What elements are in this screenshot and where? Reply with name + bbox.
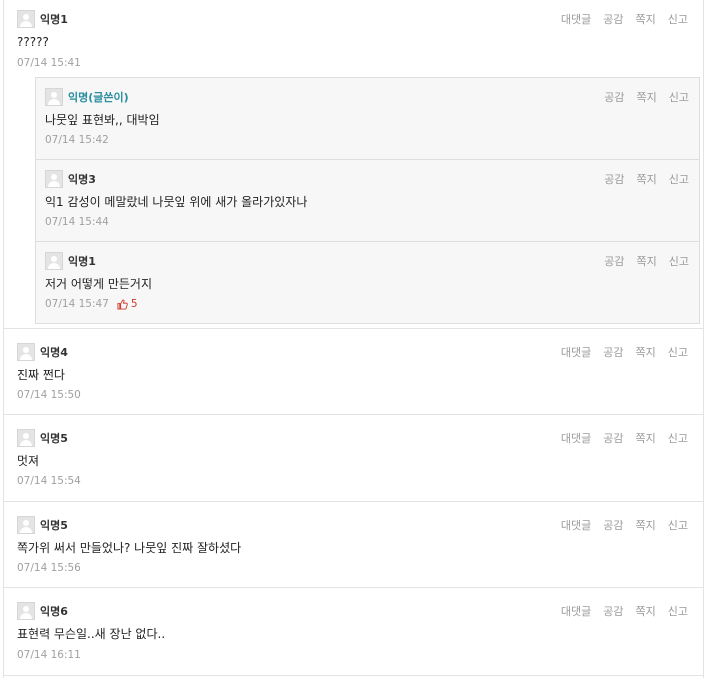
comment-header: 익명5 bbox=[17, 428, 68, 447]
comment-author: 익명1 bbox=[68, 254, 96, 268]
avatar bbox=[45, 169, 63, 188]
avatar bbox=[45, 87, 63, 106]
like-count-value: 5 bbox=[130, 298, 138, 310]
comment-actions: 공감 쪽지 신고 bbox=[592, 89, 689, 105]
message-button[interactable]: 쪽지 bbox=[636, 430, 656, 446]
like-button[interactable]: 공감 bbox=[604, 253, 624, 269]
comment-header: 익명(글쓴이) bbox=[45, 87, 129, 106]
avatar bbox=[45, 251, 63, 270]
report-button[interactable]: 신고 bbox=[668, 11, 688, 27]
like-button[interactable]: 공감 bbox=[603, 344, 623, 360]
avatar bbox=[17, 9, 35, 28]
reply-button[interactable]: 대댓글 bbox=[561, 344, 591, 360]
comment-text: 나뭇잎 표현봐,, 대박임 bbox=[45, 113, 160, 127]
message-button[interactable]: 쪽지 bbox=[637, 253, 657, 269]
report-button[interactable]: 신고 bbox=[668, 344, 688, 360]
avatar bbox=[17, 515, 35, 534]
comment-time: 07/14 16:11 bbox=[17, 649, 81, 661]
comment-actions: 대댓글 공감 쪽지 신고 bbox=[549, 11, 688, 27]
comment-author: 익명5 bbox=[40, 431, 68, 445]
avatar bbox=[17, 342, 35, 361]
comment-actions: 공감 쪽지 신고 bbox=[592, 171, 689, 187]
like-button[interactable]: 공감 bbox=[603, 11, 623, 27]
comment-text: 저거 어떻게 만든거지 bbox=[45, 277, 152, 291]
like-button[interactable]: 공감 bbox=[604, 89, 624, 105]
comment-text: 쪽가위 써서 만들었나? 나뭇잎 진짜 잘하셨다 bbox=[17, 541, 242, 555]
comment-time: 07/14 15:56 bbox=[17, 562, 81, 574]
comment-item: 익명5 대댓글 공감 쪽지 신고 멋져 07/14 15:54 bbox=[4, 415, 703, 502]
comment-item: 익명1 대댓글 공감 쪽지 신고 ????? 07/14 15:41 익명(글쓴… bbox=[4, 0, 703, 329]
comment-text: 멋져 bbox=[17, 454, 40, 468]
reply-button[interactable]: 대댓글 bbox=[561, 603, 591, 619]
report-button[interactable]: 신고 bbox=[668, 517, 688, 533]
thumbs-up-icon bbox=[117, 298, 128, 310]
comment-header: 익명3 bbox=[45, 169, 96, 188]
comment-time: 07/14 15:54 bbox=[17, 475, 81, 487]
comment-text: 진짜 쩐다 bbox=[17, 368, 65, 382]
comment-time: 07/14 15:47 bbox=[45, 298, 109, 310]
comment-time: 07/14 15:42 bbox=[45, 134, 109, 146]
comment-actions: 공감 쪽지 신고 bbox=[592, 253, 689, 269]
like-button[interactable]: 공감 bbox=[603, 430, 623, 446]
reply-item: 익명(글쓴이) 공감 쪽지 신고 나뭇잎 표현봐,, 대박임 07/14 15:… bbox=[36, 78, 699, 160]
comment-header: 익명1 bbox=[17, 9, 68, 28]
reply-item: 익명1 공감 쪽지 신고 저거 어떻게 만든거지 07/14 15:47 5 bbox=[36, 242, 699, 323]
comment-item: 익명4 대댓글 공감 쪽지 신고 진짜 쩐다 07/14 15:50 bbox=[4, 329, 703, 415]
like-button[interactable]: 공감 bbox=[603, 603, 623, 619]
report-button[interactable]: 신고 bbox=[668, 430, 688, 446]
message-button[interactable]: 쪽지 bbox=[636, 517, 656, 533]
comment-text: 익1 감성이 메말랐네 나뭇잎 위에 새가 올라가있자나 bbox=[45, 195, 308, 209]
message-button[interactable]: 쪽지 bbox=[636, 344, 656, 360]
like-button[interactable]: 공감 bbox=[604, 171, 624, 187]
comment-author: 익명1 bbox=[40, 12, 68, 26]
comment-author: 익명6 bbox=[40, 604, 68, 618]
comment-author-op: 익명(글쓴이) bbox=[68, 90, 129, 104]
reply-button[interactable]: 대댓글 bbox=[561, 11, 591, 27]
message-button[interactable]: 쪽지 bbox=[636, 603, 656, 619]
comment-actions: 대댓글 공감 쪽지 신고 bbox=[549, 344, 688, 360]
comment-meta: 07/14 15:47 5 bbox=[45, 298, 138, 310]
reply-item: 익명3 공감 쪽지 신고 익1 감성이 메말랐네 나뭇잎 위에 새가 올라가있자… bbox=[36, 160, 699, 242]
report-button[interactable]: 신고 bbox=[668, 603, 688, 619]
reply-thread: 익명(글쓴이) 공감 쪽지 신고 나뭇잎 표현봐,, 대박임 07/14 15:… bbox=[35, 77, 700, 324]
comment-text: 표현력 무슨일..새 장난 없다.. bbox=[17, 627, 166, 641]
comment-author: 익명5 bbox=[40, 518, 68, 532]
comment-author: 익명3 bbox=[68, 172, 96, 186]
message-button[interactable]: 쪽지 bbox=[636, 11, 656, 27]
like-count: 5 bbox=[117, 298, 138, 310]
comment-item: 익명6 대댓글 공감 쪽지 신고 표현력 무슨일..새 장난 없다.. 07/1… bbox=[4, 588, 703, 676]
comment-actions: 대댓글 공감 쪽지 신고 bbox=[549, 430, 688, 446]
report-button[interactable]: 신고 bbox=[669, 89, 689, 105]
report-button[interactable]: 신고 bbox=[669, 253, 689, 269]
avatar bbox=[17, 601, 35, 620]
comment-item: 익명5 대댓글 공감 쪽지 신고 쪽가위 써서 만들었나? 나뭇잎 진짜 잘하셨… bbox=[4, 502, 703, 588]
message-button[interactable]: 쪽지 bbox=[637, 89, 657, 105]
message-button[interactable]: 쪽지 bbox=[637, 171, 657, 187]
avatar bbox=[17, 428, 35, 447]
comment-text: ????? bbox=[17, 35, 49, 49]
comment-actions: 대댓글 공감 쪽지 신고 bbox=[549, 603, 688, 619]
report-button[interactable]: 신고 bbox=[669, 171, 689, 187]
comment-actions: 대댓글 공감 쪽지 신고 bbox=[549, 517, 688, 533]
comment-list: 익명1 대댓글 공감 쪽지 신고 ????? 07/14 15:41 익명(글쓴… bbox=[3, 0, 704, 678]
like-button[interactable]: 공감 bbox=[603, 517, 623, 533]
comment-author: 익명4 bbox=[40, 345, 68, 359]
comment-header: 익명1 bbox=[45, 251, 96, 270]
comment-header: 익명5 bbox=[17, 515, 68, 534]
reply-button[interactable]: 대댓글 bbox=[561, 430, 591, 446]
reply-button[interactable]: 대댓글 bbox=[561, 517, 591, 533]
comment-header: 익명4 bbox=[17, 342, 68, 361]
comment-time: 07/14 15:44 bbox=[45, 216, 109, 228]
comment-time: 07/14 15:41 bbox=[17, 57, 81, 69]
comment-time: 07/14 15:50 bbox=[17, 389, 81, 401]
comment-header: 익명6 bbox=[17, 601, 68, 620]
